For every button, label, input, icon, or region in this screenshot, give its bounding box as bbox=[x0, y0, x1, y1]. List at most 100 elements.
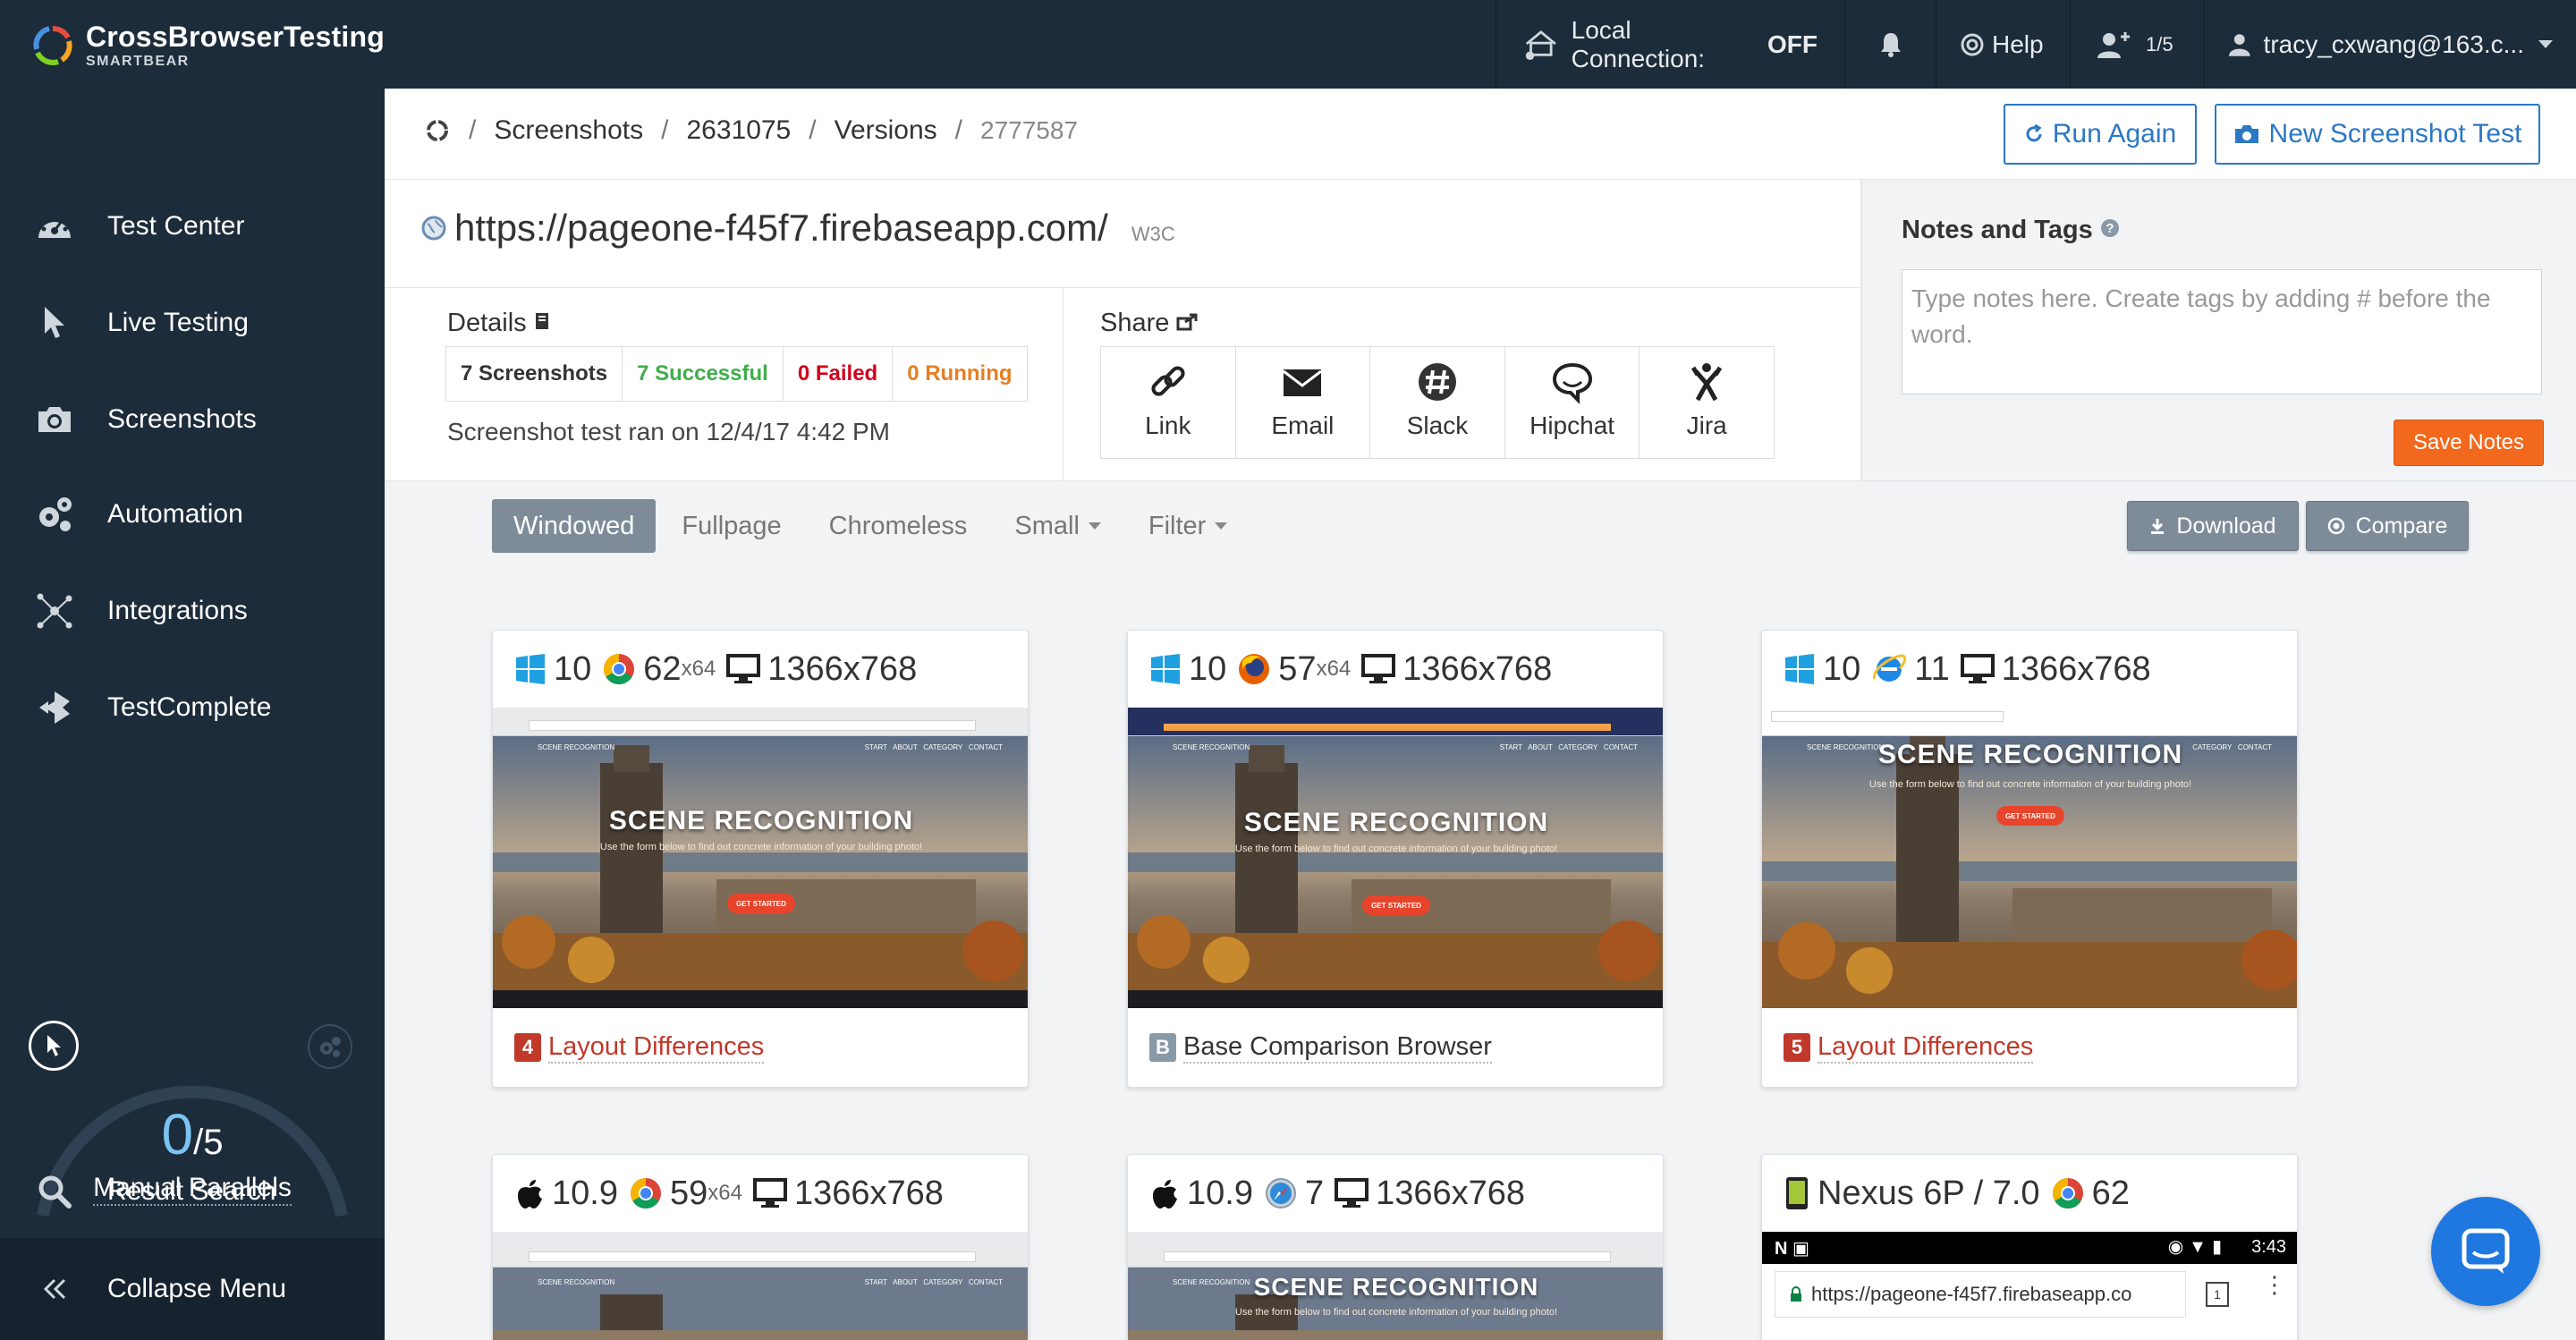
screenshot-card[interactable]: Nexus 6P / 7.0 62 N ▣ 3:43 ◉▼▮ https://p… bbox=[1761, 1154, 2298, 1340]
tab-chromeless[interactable]: Chromeless bbox=[808, 499, 989, 553]
share-hipchat-button[interactable]: Hipchat bbox=[1505, 347, 1640, 458]
divider bbox=[385, 480, 2576, 481]
share-slack-button[interactable]: Slack bbox=[1370, 347, 1505, 458]
camera-icon bbox=[27, 392, 82, 447]
screenshot-thumbnail[interactable]: SCENE RECOGNITION START ABOUT CATEGORY CO… bbox=[493, 1232, 1028, 1340]
result-badge: B bbox=[1149, 1033, 1176, 1062]
breadcrumb: / Screenshots / 2631075 / Versions / 277… bbox=[424, 115, 1078, 146]
lock-icon bbox=[1791, 1286, 1801, 1302]
notes-title: Notes and Tags ? bbox=[1902, 216, 2120, 245]
screenshot-card[interactable]: 10.9 59 x64 1366x768 SCENE RECOGNITION STA… bbox=[492, 1154, 1029, 1340]
compare-button[interactable]: Compare bbox=[2306, 501, 2469, 551]
gears-icon bbox=[320, 1037, 341, 1057]
screenshot-card[interactable]: 10 62 x64 1366x768 SCENE RECOGNITION START… bbox=[492, 630, 1029, 1088]
scene-subtitle: Use the form below to find out concrete … bbox=[1234, 844, 1558, 854]
scene-nav: SCENE RECOGNITION START ABOUT CATEGORY CO… bbox=[1173, 743, 1638, 751]
crossbrowsertesting-logo-icon bbox=[32, 25, 73, 66]
caret-down-icon bbox=[1088, 522, 1101, 530]
card-spec: Nexus 6P / 7.0 62 bbox=[1762, 1155, 2297, 1232]
breadcrumb-current: 2777587 bbox=[980, 116, 1079, 144]
sidebar-item-label: Live Testing bbox=[107, 308, 249, 337]
download-button[interactable]: Download bbox=[2127, 501, 2299, 551]
jira-icon bbox=[1691, 363, 1723, 402]
size-dropdown[interactable]: Small bbox=[993, 499, 1123, 553]
screenshot-thumbnail[interactable]: SCENE RECOGNITION CATEGORY CONTACT SCENE … bbox=[1762, 708, 2297, 1008]
screenshot-card[interactable]: 10 11 1366x768 SCENE RECOGNITION CATEGORY… bbox=[1761, 630, 2298, 1088]
screenshot-thumbnail[interactable]: SCENE RECOGNITION START ABOUT CATEGORY CO… bbox=[493, 708, 1028, 1008]
screenshot-thumbnail[interactable]: N ▣ 3:43 ◉▼▮ https://pageone-f45f7.fireb… bbox=[1762, 1232, 2297, 1340]
tab-windowed[interactable]: Windowed bbox=[492, 499, 657, 553]
test-url-row: https://pageone-f45f7.firebaseapp.com/ W… bbox=[420, 207, 1175, 250]
card-spec: 10.9 59 x64 1366x768 bbox=[493, 1155, 1028, 1232]
run-again-button[interactable]: Run Again bbox=[2004, 104, 2197, 165]
share-email-button[interactable]: Email bbox=[1236, 347, 1371, 458]
browser-version: 11 bbox=[1914, 649, 1950, 688]
notifications-button[interactable] bbox=[1844, 0, 1936, 89]
scene-cta: GET STARTED bbox=[1362, 895, 1430, 915]
new-screenshot-test-button[interactable]: New Screenshot Test bbox=[2215, 104, 2540, 165]
ie-icon bbox=[1873, 654, 1907, 682]
scene-subtitle: Use the form below to find out concrete … bbox=[1868, 779, 2192, 790]
test-url[interactable]: https://pageone-f45f7.firebaseapp.com/ bbox=[454, 207, 1108, 250]
screenshot-card[interactable]: 10.9 7 1366x768 SCENE RECOGNITION SCENE … bbox=[1127, 1154, 1664, 1340]
scene-title: SCENE RECOGNITION bbox=[1877, 740, 2183, 769]
share-jira-button[interactable]: Jira bbox=[1640, 347, 1774, 458]
share-title: Share bbox=[1100, 309, 1198, 338]
account-menu[interactable]: tracy_cxwang@163.c... bbox=[2204, 0, 2576, 89]
scene-title: SCENE RECOGNITION bbox=[1253, 1273, 1539, 1301]
details-title: Details bbox=[447, 309, 550, 338]
sidebar-item-test-center[interactable]: Test Center bbox=[0, 191, 385, 262]
card-result[interactable]: 5 Layout Differences bbox=[1762, 1008, 2297, 1087]
resolution: 1366x768 bbox=[2001, 649, 2151, 688]
breadcrumb-screenshots[interactable]: Screenshots bbox=[494, 115, 643, 146]
breadcrumb-versions[interactable]: Versions bbox=[835, 115, 937, 146]
chat-launcher-button[interactable] bbox=[2431, 1197, 2540, 1306]
sidebar: Test Center Live Testing Screenshots Aut… bbox=[0, 89, 385, 1340]
refresh-icon bbox=[2026, 124, 2042, 142]
local-connection-toggle[interactable]: Local Connection: OFF bbox=[1496, 0, 1844, 89]
automation-parallels-button[interactable] bbox=[308, 1024, 352, 1069]
notes-textarea[interactable] bbox=[1902, 269, 2542, 394]
result-label: Layout Differences bbox=[1818, 1032, 2034, 1064]
share-link-button[interactable]: Link bbox=[1101, 347, 1236, 458]
stat-failed: 0 Failed bbox=[784, 347, 894, 401]
notification-icons: N ▣ bbox=[1775, 1239, 1809, 1259]
stat-successful: 7 Successful bbox=[623, 347, 784, 401]
monitor-icon bbox=[752, 1178, 787, 1208]
filter-dropdown[interactable]: Filter bbox=[1127, 499, 1249, 553]
stat-running: 0 Running bbox=[907, 361, 1013, 386]
sidebar-item-automation[interactable]: Automation bbox=[0, 479, 385, 550]
w3c-link[interactable]: W3C bbox=[1131, 223, 1175, 246]
live-cursor-button[interactable] bbox=[29, 1021, 79, 1071]
os-version: Nexus 6P / 7.0 bbox=[1818, 1174, 2040, 1212]
screenshot-thumbnail[interactable]: SCENE RECOGNITION SCENE RECOGNITION Use … bbox=[1128, 1232, 1663, 1340]
tabs-icon: 1 bbox=[2206, 1282, 2229, 1307]
dashboard-icon bbox=[27, 199, 82, 254]
collapse-menu-button[interactable]: Collapse Menu bbox=[0, 1238, 385, 1340]
sidebar-item-testcomplete[interactable]: TestComplete bbox=[0, 672, 385, 743]
crossbrowsertesting-logo-icon[interactable] bbox=[424, 117, 451, 144]
sidebar-item-live-testing[interactable]: Live Testing bbox=[0, 287, 385, 359]
monitor-icon bbox=[1361, 654, 1396, 683]
save-notes-button[interactable]: Save Notes bbox=[2394, 420, 2544, 466]
help-button[interactable]: Help bbox=[1936, 0, 2070, 89]
team-users-button[interactable]: 1/5 bbox=[2070, 0, 2204, 89]
sidebar-item-result-search[interactable]: Result Search bbox=[0, 1156, 385, 1227]
card-result[interactable]: B Base Comparison Browser bbox=[1128, 1008, 1663, 1087]
sidebar-item-label: TestComplete bbox=[107, 692, 272, 722]
breadcrumb-test-id[interactable]: 2631075 bbox=[686, 115, 791, 146]
question-icon[interactable]: ? bbox=[2100, 218, 2120, 238]
sidebar-item-screenshots[interactable]: Screenshots bbox=[0, 384, 385, 455]
sidebar-item-integrations[interactable]: Integrations bbox=[0, 575, 385, 647]
screenshot-thumbnail[interactable]: SCENE RECOGNITION START ABOUT CATEGORY CO… bbox=[1128, 708, 1663, 1008]
brand-logo[interactable]: CrossBrowserTesting SMARTBEAR bbox=[32, 18, 385, 73]
tab-fullpage[interactable]: Fullpage bbox=[660, 499, 802, 553]
top-navigation-bar: CrossBrowserTesting SMARTBEAR Local Conn… bbox=[0, 0, 2576, 89]
scene-cta: GET STARTED bbox=[727, 894, 795, 913]
safari-icon bbox=[1265, 1178, 1296, 1209]
card-result[interactable]: 4 Layout Differences bbox=[493, 1008, 1028, 1087]
windows-icon bbox=[1151, 654, 1180, 684]
brand-sub: SMARTBEAR bbox=[86, 54, 190, 69]
resolution: 1366x768 bbox=[793, 1174, 944, 1212]
screenshot-card[interactable]: 10 57 x64 1366x768 SCENE RECOGNITION START… bbox=[1127, 630, 1664, 1088]
